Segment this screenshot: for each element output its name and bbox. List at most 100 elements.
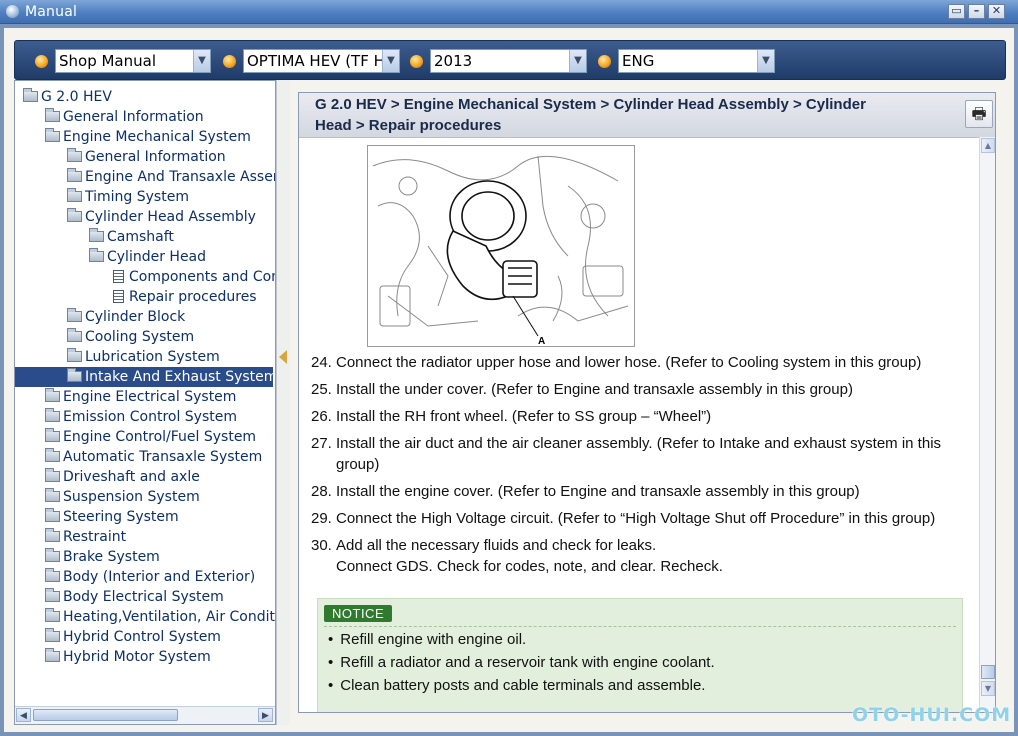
tree-node[interactable]: Body Electrical System [45,587,224,607]
tree-node-label: Automatic Transaxle System [63,449,263,465]
procedure-step: 24. Connect the radiator upper hose and … [311,352,966,373]
tree-node-label: Brake System [63,549,160,565]
bullet-icon [223,55,236,68]
tree-node-label: Cooling System [85,329,195,345]
chevron-down-icon[interactable]: ▼ [757,50,774,72]
model-select[interactable]: OPTIMA HEV (TF HEV) ▼ [243,49,400,73]
tree-node[interactable]: Driveshaft and axle [45,467,200,487]
tree-node[interactable]: Hybrid Motor System [45,647,211,667]
tree-node[interactable]: Components and Components Location [111,267,275,287]
folder-icon [67,368,82,382]
language-value: ENG [622,52,655,70]
close-button[interactable]: ✕ [988,4,1005,19]
folder-icon [45,628,60,642]
tree-node[interactable]: Steering System [45,507,179,527]
scroll-thumb[interactable] [33,709,178,721]
folder-icon [67,308,82,322]
tree-node[interactable]: General Information [45,107,204,127]
tree-node-label: General Information [85,149,226,165]
chevron-down-icon[interactable]: ▼ [569,50,586,72]
tree-node[interactable]: Cylinder Head Assembly [67,207,256,227]
tree-node[interactable]: Hybrid Control System [45,627,221,647]
year-select[interactable]: 2013 ▼ [430,49,587,73]
tree-node-label: Heating,Ventilation, Air Conditioning [63,609,276,625]
manual-type-select[interactable]: Shop Manual ▼ [55,49,211,73]
step-text: Connect the radiator upper hose and lowe… [336,354,922,371]
window-titlebar[interactable]: Manual ▭ – ✕ [0,0,1018,24]
step-number: 25. [311,381,332,398]
folder-icon [45,408,60,422]
chevron-down-icon[interactable]: ▼ [382,50,399,72]
tree-node-label: Lubrication System [85,349,220,365]
panel-splitter[interactable] [276,80,290,725]
tree-node[interactable]: G 2.0 HEV [23,87,112,107]
tree-node[interactable]: Cooling System [67,327,194,347]
navigation-tree: G 2.0 HEV General Information Engine Mec… [14,80,276,725]
folder-open-icon [67,208,82,222]
tree-node[interactable]: Engine Electrical System [45,387,236,407]
collapse-arrow-icon[interactable] [279,350,287,364]
scroll-up-icon[interactable]: ▲ [981,138,995,153]
folder-icon [67,348,82,362]
tree-node[interactable]: Restraint [45,527,126,547]
scroll-left-icon[interactable]: ◀ [16,708,31,722]
tree-node[interactable]: Body (Interior and Exterior) [45,567,255,587]
app-icon [6,5,19,18]
tree-node-label: Engine Electrical System [63,389,237,405]
tree-node-label: Body Electrical System [63,589,224,605]
breadcrumb-line: G 2.0 HEV > Engine Mechanical System > C… [315,96,866,113]
tree-node[interactable]: Camshaft [89,227,174,247]
tree-node[interactable]: Suspension System [45,487,200,507]
folder-icon [45,388,60,402]
document-vertical-scrollbar[interactable]: ▲ ▼ [979,137,995,712]
folder-icon [45,548,60,562]
step-number: 30. [311,537,332,554]
folder-icon [45,468,60,482]
step-text: Add all the necessary fluids and check f… [336,535,966,577]
scroll-down-icon[interactable]: ▼ [981,681,995,696]
tree-node[interactable]: Engine And Transaxle Assembly [67,167,275,187]
tree-node[interactable]: Brake System [45,547,160,567]
print-button[interactable]: 🖶 [965,100,993,128]
folder-icon [67,148,82,162]
throttle-body-figure: A [367,145,635,347]
folder-open-icon [45,128,60,142]
minimize-button[interactable]: – [968,4,985,19]
tree-node[interactable]: Repair procedures [111,287,257,307]
tree-node[interactable]: Emission Control System [45,407,237,427]
tree-node-label: Cylinder Head [107,249,207,265]
tree-horizontal-scrollbar[interactable]: ◀ ▶ [15,706,275,724]
procedure-step: 27. Install the air duct and the air cle… [311,433,966,475]
folder-icon [67,168,82,182]
tree-node[interactable]: General Information [67,147,226,167]
tree-node[interactable]: Cylinder Head [89,247,206,267]
tree-node[interactable]: Automatic Transaxle System [45,447,262,467]
scroll-thumb[interactable] [981,665,995,679]
tree-node-selected[interactable]: Intake And Exhaust System [15,367,275,387]
tree-node[interactable]: Lubrication System [67,347,220,367]
tree-node[interactable]: Cylinder Block [67,307,185,327]
step-text: Connect the High Voltage circuit. (Refer… [336,510,936,527]
manual-type-value: Shop Manual [59,52,157,70]
step-text: Install the engine cover. (Refer to Engi… [336,483,860,500]
window-title: Manual [25,4,78,20]
folder-icon [45,108,60,122]
tree-node[interactable]: Engine Mechanical System [45,127,251,147]
step-text-line: Add all the necessary fluids and check f… [336,537,657,554]
chevron-down-icon[interactable]: ▼ [193,50,210,72]
scroll-right-icon[interactable]: ▶ [258,708,273,722]
tree-node-label: G 2.0 HEV [41,89,112,105]
folder-icon [67,188,82,202]
folder-icon [89,228,104,242]
tree-node-label: Restraint [63,529,127,545]
tree-node[interactable]: Engine Control/Fuel System [45,427,256,447]
model-value: OPTIMA HEV (TF HEV) [247,52,400,70]
procedure-step: 26. Install the RH front wheel. (Refer t… [311,406,966,427]
tree-node[interactable]: Timing System [67,187,189,207]
tree-node-label: Components and Components Location [129,269,275,285]
breadcrumb: G 2.0 HEV > Engine Mechanical System > C… [315,94,935,136]
restore-button[interactable]: ▭ [948,4,965,19]
tree-node[interactable]: Heating,Ventilation, Air Conditioning [45,607,276,627]
language-select[interactable]: ENG ▼ [618,49,775,73]
document-body: A 24. Connect the radiator upper hose an… [299,137,979,712]
